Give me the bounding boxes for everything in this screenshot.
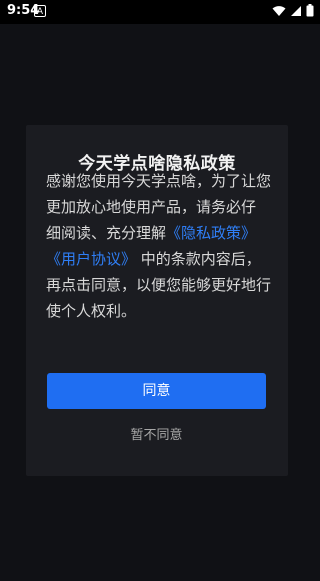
- wifi-icon: [272, 5, 286, 16]
- privacy-dialog: 今天学点啥隐私政策 感谢您使用今天学点啥，为了让您 更加放心地使用产品，请务必仔…: [26, 125, 288, 476]
- notification-icon: A: [34, 5, 46, 17]
- dialog-body: 感谢您使用今天学点啥，为了让您 更加放心地使用产品，请务必仔 细阅读、充分理解《…: [46, 168, 272, 324]
- body-line-4-text: 中的条款内容后，: [140, 250, 261, 268]
- body-line-3-text: 细阅读、充分理解: [46, 224, 167, 242]
- body-line-6: 使个人权利。: [46, 302, 137, 320]
- user-agreement-link[interactable]: 《用户协议》: [46, 250, 136, 268]
- body-line-2: 更加放心地使用产品，请务必仔: [46, 198, 257, 216]
- privacy-policy-link[interactable]: 《隐私政策》: [166, 224, 256, 242]
- battery-icon: [306, 4, 314, 17]
- disagree-button[interactable]: 暂不同意: [47, 422, 266, 450]
- body-line-4: 《用户协议》 中的条款内容后，: [46, 246, 268, 272]
- agree-button[interactable]: 同意: [47, 373, 266, 409]
- body-line-5: 再点击同意，以便您能够更好地行: [46, 276, 272, 294]
- status-bar: 9:54 A: [0, 0, 320, 24]
- body-line-1: 感谢您使用今天学点啥，为了让您: [46, 172, 272, 190]
- signal-icon: [291, 5, 301, 16]
- body-line-3: 细阅读、充分理解《隐私政策》: [46, 220, 268, 246]
- status-icons: [272, 4, 314, 17]
